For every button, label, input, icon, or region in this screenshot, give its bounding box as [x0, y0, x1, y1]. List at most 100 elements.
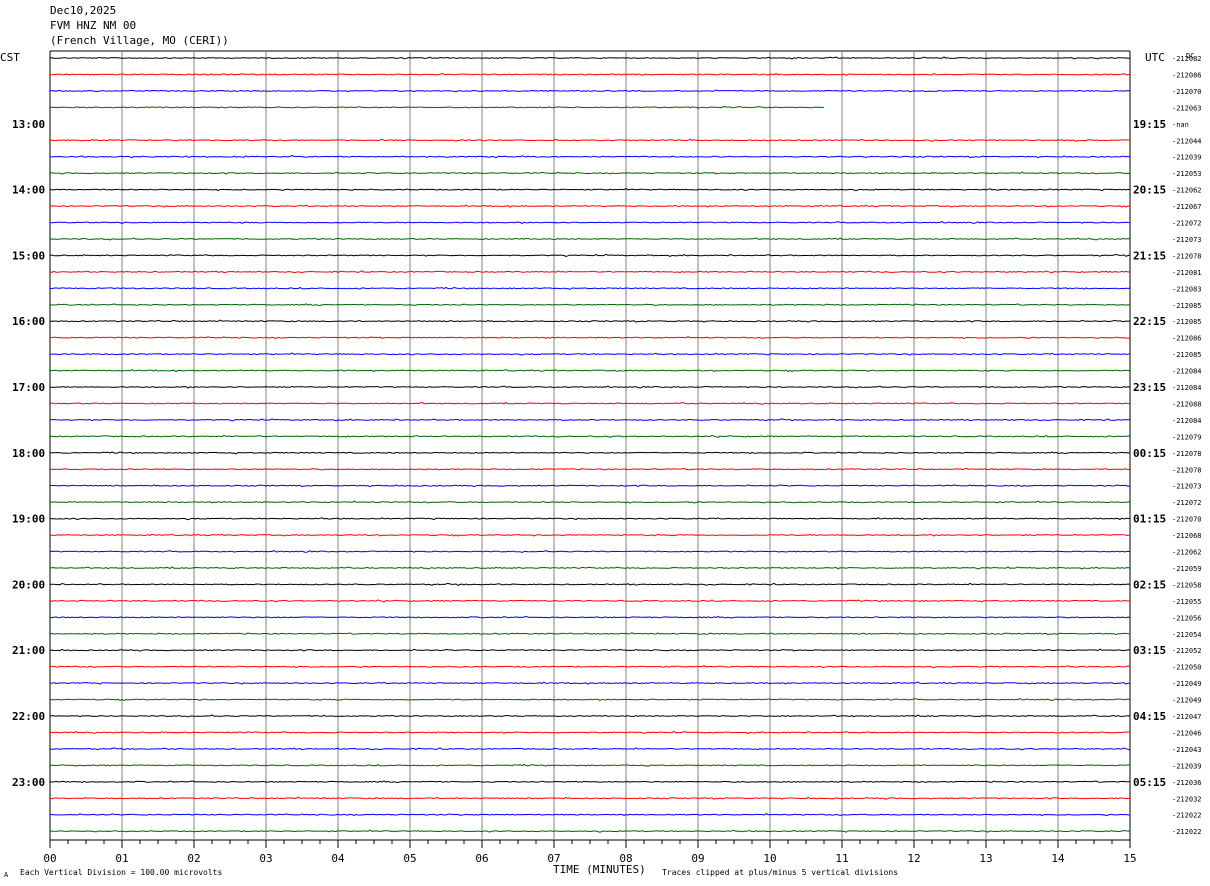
x-tick-label: 13	[979, 852, 992, 865]
right-hour-label: 01:15	[1133, 513, 1166, 526]
row-dc-value: -212067	[1172, 203, 1202, 211]
trace-row	[49, 829, 1131, 833]
right-hour-label: 19:15	[1133, 118, 1166, 131]
row-dc-value: -212083	[1172, 285, 1202, 293]
trace-row	[49, 72, 1131, 76]
left-hour-label: 14:00	[12, 184, 45, 197]
trace-row	[49, 336, 1130, 340]
trace-row	[49, 187, 1130, 192]
trace-row	[49, 303, 1131, 307]
row-dc-value: -212085	[1172, 351, 1202, 359]
row-dc-value: -212078	[1172, 252, 1202, 260]
trace-row	[49, 730, 1131, 735]
trace-row	[49, 714, 1131, 718]
trace-row	[49, 89, 1131, 93]
trace-row	[49, 780, 1130, 784]
trace-row	[49, 500, 1131, 504]
right-hour-label: 04:15	[1133, 710, 1166, 723]
left-hour-label: 16:00	[12, 315, 45, 328]
x-tick-label: 00	[43, 852, 56, 865]
trace-row	[50, 352, 1131, 356]
row-dc-value: -212084	[1172, 368, 1202, 376]
right-hour-label: 03:15	[1133, 644, 1166, 657]
row-dc-value: -212062	[1172, 549, 1202, 557]
right-timezone-label: UTC	[1145, 51, 1165, 64]
vertical-division-note: Each Vertical Division = 100.00 microvol…	[20, 868, 222, 877]
row-dc-value: -212072	[1172, 220, 1202, 228]
row-dc-value: -212079	[1172, 433, 1202, 441]
trace-row	[49, 105, 825, 109]
row-dc-value: -212072	[1172, 499, 1202, 507]
row-dc-value: -212049	[1172, 697, 1202, 705]
trace-row	[49, 484, 1131, 488]
x-tick-label: 15	[1123, 852, 1136, 865]
trace-row	[49, 418, 1131, 422]
row-dc-value: -212052	[1172, 647, 1202, 655]
trace-row	[49, 434, 1130, 438]
row-dc-value: -nan	[1172, 121, 1189, 129]
trace-row	[49, 796, 1131, 800]
row-dc-value: -212047	[1172, 713, 1202, 721]
right-hour-label: 20:15	[1133, 184, 1166, 197]
trace-row	[49, 155, 1131, 159]
left-hour-label: 13:00	[12, 118, 45, 131]
row-dc-value: -212022	[1172, 812, 1202, 820]
trace-row	[49, 467, 1131, 471]
row-dc-value: -212046	[1172, 729, 1202, 737]
trace-row	[49, 270, 1131, 274]
x-tick-label: 05	[403, 852, 416, 865]
row-dc-value: -212068	[1172, 532, 1202, 540]
left-timezone-label: CST	[0, 51, 20, 64]
left-hour-label: 19:00	[12, 513, 45, 526]
row-dc-value: -212073	[1172, 483, 1202, 491]
trace-row	[50, 368, 1131, 373]
row-dc-value: -212059	[1172, 565, 1202, 573]
time-grid	[49, 50, 1131, 848]
trace-row	[49, 286, 1131, 290]
row-dc-value: -212086	[1172, 335, 1202, 343]
trace-row	[49, 204, 1131, 208]
trace-row	[49, 319, 1131, 323]
trace-row	[49, 385, 1131, 389]
x-tick-label: 01	[115, 852, 128, 865]
trace-row	[49, 599, 1131, 603]
left-hour-label: 23:00	[12, 776, 45, 789]
row-dc-value: -212085	[1172, 318, 1202, 326]
trace-row	[49, 550, 1131, 554]
row-dc-value: -212039	[1172, 154, 1202, 162]
left-hour-label: 17:00	[12, 381, 45, 394]
trace-row	[49, 813, 1131, 817]
row-dc-value: -212050	[1172, 664, 1202, 672]
x-tick-label: 10	[763, 852, 776, 865]
row-dc-value: -212084	[1172, 417, 1202, 425]
trace-row	[49, 221, 1131, 225]
seismogram-chart: CST UTC DC A Each Vertical Division = 10…	[0, 50, 1202, 879]
row-dc-value: -212054	[1172, 631, 1202, 639]
trace-row	[49, 56, 1131, 60]
trace-row	[49, 632, 1130, 636]
row-dc-value: -212081	[1172, 269, 1202, 277]
trace-row	[49, 698, 1131, 702]
trace-row	[50, 665, 1131, 669]
row-dc-value: -212053	[1172, 170, 1202, 178]
trace-row	[49, 171, 1131, 175]
left-hour-label: 18:00	[12, 447, 45, 460]
row-dc-value: -212078	[1172, 450, 1202, 458]
row-dc-value: -212056	[1172, 614, 1202, 622]
row-dc-value: -212078	[1172, 466, 1202, 474]
trace-row	[49, 681, 1131, 685]
x-tick-label: 12	[907, 852, 920, 865]
trace-row	[49, 615, 1131, 619]
trace-row	[49, 237, 1131, 241]
right-hour-label: 21:15	[1133, 249, 1166, 262]
trace-rows	[49, 56, 1131, 833]
row-dc-value: -212058	[1172, 581, 1202, 589]
axis-labels: CST UTC DC A Each Vertical Division = 10…	[0, 51, 1202, 879]
row-dc-value: -212043	[1172, 746, 1202, 754]
left-hour-label: 22:00	[12, 710, 45, 723]
x-tick-label: 07	[547, 852, 560, 865]
x-tick-label: 11	[835, 852, 848, 865]
right-hour-label: 05:15	[1133, 776, 1166, 789]
row-dc-value: -212082	[1172, 55, 1202, 63]
trace-row	[49, 763, 1131, 767]
